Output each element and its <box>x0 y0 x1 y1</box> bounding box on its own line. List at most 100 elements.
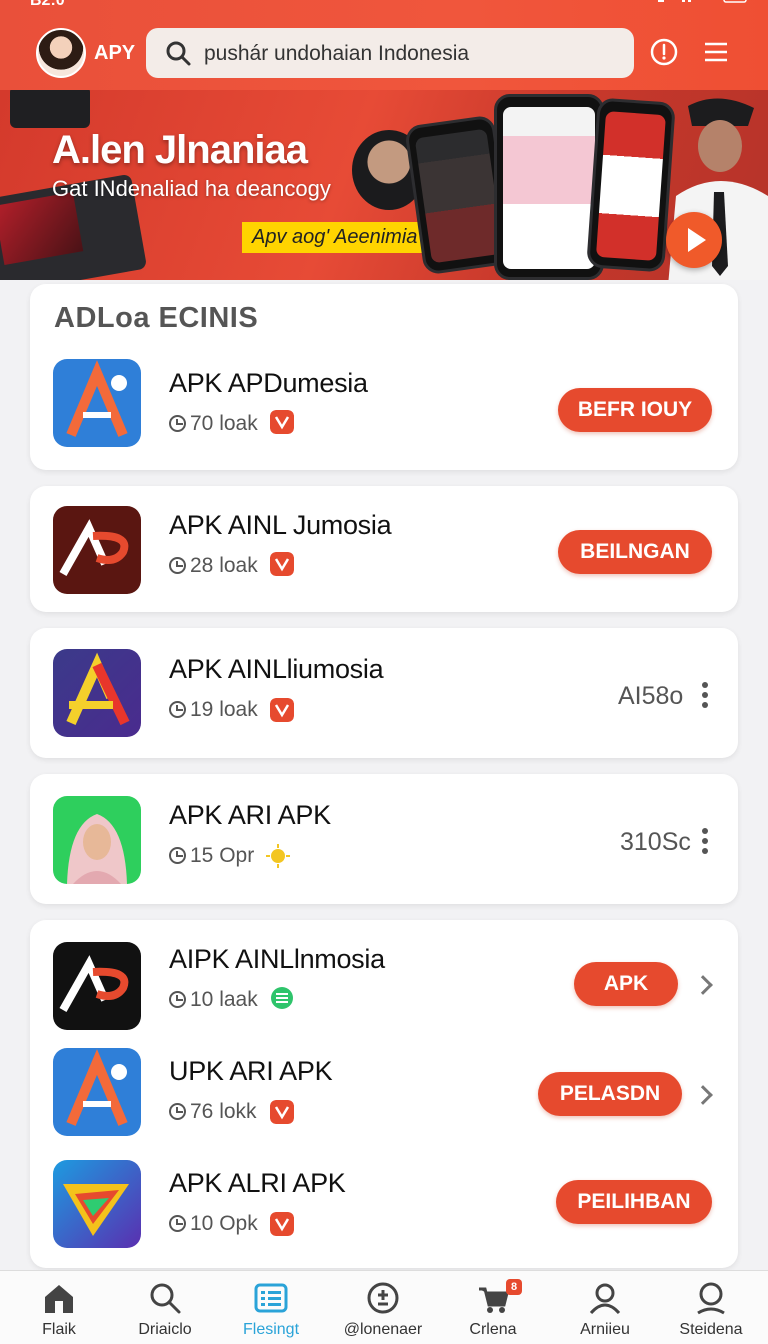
app-logo-icon <box>53 649 141 737</box>
app-name[interactable]: AIPK AINLlnmosia <box>169 944 385 975</box>
app-header: B2:0 APY pushár undohaian Indonesia <box>0 0 768 90</box>
app-icon[interactable] <box>53 942 141 1030</box>
app-downloads: 10 laak <box>190 988 258 1011</box>
shield-badge-icon <box>270 698 294 722</box>
shield-badge-icon <box>270 552 294 576</box>
nav-item-explore[interactable]: Steidena <box>658 1271 764 1344</box>
search-icon <box>166 41 191 66</box>
cart-badge: 8 <box>506 1279 522 1295</box>
app-group-card: AIPK AINLlnmosia 10 laak APK UPK ARI APK… <box>30 920 738 1268</box>
app-name[interactable]: APK APDumesia <box>169 368 368 399</box>
app-icon[interactable] <box>53 649 141 737</box>
app-downloads: 10 Opk <box>190 1212 258 1235</box>
search-bar[interactable]: pushár undohaian Indonesia <box>146 28 634 78</box>
app-icon[interactable] <box>53 796 141 884</box>
app-meta: 19 loak <box>169 698 258 722</box>
clock-icon <box>169 557 186 574</box>
nav-label: Arniieu <box>580 1321 630 1338</box>
home-icon <box>45 1285 73 1313</box>
sun-badge-icon <box>266 844 290 868</box>
app-action-button[interactable]: BEFR IOUY <box>558 388 712 432</box>
list-icon <box>254 1283 288 1313</box>
section-card: ADLoa ECINIS APK APDumesia 70 loak BEFR … <box>30 284 738 470</box>
app-action-button[interactable]: PELASDN <box>538 1072 682 1116</box>
app-action-button[interactable]: BEILNGAN <box>558 530 712 574</box>
more-options-icon[interactable] <box>701 828 709 856</box>
app-icon[interactable] <box>53 506 141 594</box>
clock-icon <box>169 991 186 1008</box>
search-alt-icon <box>697 1282 725 1315</box>
menu-icon[interactable] <box>700 36 732 68</box>
app-meta: 28 loak <box>169 554 258 578</box>
app-icon[interactable] <box>53 359 141 447</box>
chevron-right-icon[interactable] <box>693 975 713 995</box>
app-meta: 10 laak <box>169 988 258 1012</box>
app-meta: 10 Opk <box>169 1212 258 1236</box>
play-button[interactable] <box>666 212 722 268</box>
signal-icon <box>658 0 747 3</box>
cart-icon <box>479 1287 509 1313</box>
app-logo-icon <box>53 506 141 594</box>
clock-icon <box>169 1215 186 1232</box>
clock-icon <box>169 701 186 718</box>
nav-label: Crlena <box>469 1321 517 1338</box>
app-name[interactable]: APK AINL Jumosia <box>169 510 392 541</box>
shield-badge-icon <box>270 410 294 434</box>
banner-title: A.len Jlnaniaa <box>52 128 308 172</box>
app-meta: 70 loak <box>169 412 258 436</box>
app-size: 310Sc <box>620 828 691 856</box>
nav-item-home[interactable]: Flaik <box>6 1271 112 1344</box>
app-meta: 76 lokk <box>169 1100 257 1124</box>
app-card: APK AINL Jumosia 28 loak BEILNGAN <box>30 486 738 612</box>
app-action-button[interactable]: PEILIHBAN <box>556 1180 712 1224</box>
info-icon[interactable] <box>648 36 680 68</box>
user-icon <box>589 1283 621 1315</box>
nav-label: @lonenaer <box>343 1321 423 1338</box>
nav-item-list[interactable]: Flesingt <box>218 1271 324 1344</box>
camera-image <box>10 90 90 128</box>
app-icon[interactable] <box>53 1048 141 1136</box>
app-name[interactable]: UPK ARI APK <box>169 1056 333 1087</box>
bottom-navigation: Flaik Driaiclo Flesingt @lonenaer 8 Crle… <box>0 1270 768 1344</box>
nav-label: Steidena <box>679 1321 743 1338</box>
nav-item-cart[interactable]: 8 Crlena <box>440 1271 546 1344</box>
section-title: ADLoa ECINIS <box>54 302 259 334</box>
shield-badge-icon <box>270 1212 294 1236</box>
user-avatar[interactable] <box>36 28 86 78</box>
chevron-right-icon[interactable] <box>693 1085 713 1105</box>
app-name[interactable]: APK AINLliumosia <box>169 654 384 685</box>
app-action-button[interactable]: APK <box>574 962 678 1006</box>
nav-label: Driaiclo <box>138 1321 192 1338</box>
search-input[interactable]: pushár undohaian Indonesia <box>204 42 469 66</box>
app-card: APK ARI APK 15 Opr 310Sc <box>30 774 738 904</box>
app-logo-icon <box>53 1048 141 1136</box>
app-downloads: 70 loak <box>190 412 258 435</box>
plus-minus-icon <box>367 1282 399 1314</box>
nav-item-search[interactable]: Driaiclo <box>112 1271 218 1344</box>
app-meta: 15 Opr <box>169 844 254 868</box>
app-downloads: 28 loak <box>190 554 258 577</box>
app-logo-icon <box>53 796 141 884</box>
nav-item-add[interactable]: @lonenaer <box>330 1271 436 1344</box>
phone-image-right <box>586 97 676 273</box>
app-downloads: 19 loak <box>190 698 258 721</box>
more-options-icon[interactable] <box>701 682 709 710</box>
app-logo-icon <box>53 942 141 1030</box>
status-time: B2:0 <box>30 0 65 9</box>
app-icon[interactable] <box>53 1160 141 1248</box>
banner-subtitle: Gat INdenaliad ha deancogy <box>52 176 331 201</box>
app-downloads: 15 Opr <box>190 844 255 867</box>
nav-label: Flesingt <box>242 1321 300 1338</box>
app-downloads: 76 lokk <box>190 1100 257 1123</box>
promo-banner[interactable]: A.len Jlnaniaa Gat INdenaliad ha deancog… <box>0 90 768 280</box>
app-name[interactable]: APK ALRI APK <box>169 1168 346 1199</box>
clock-icon <box>169 1103 186 1120</box>
clock-icon <box>169 415 186 432</box>
brand-label: APY <box>94 42 136 64</box>
nav-item-profile[interactable]: Arniieu <box>552 1271 658 1344</box>
list-badge-icon <box>271 987 293 1009</box>
app-name[interactable]: APK ARI APK <box>169 800 331 831</box>
app-logo-icon <box>53 1160 141 1248</box>
shield-badge-icon <box>270 1100 294 1124</box>
nav-label: Flaik <box>42 1321 76 1338</box>
